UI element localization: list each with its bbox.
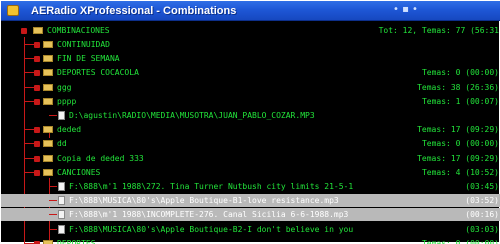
tree-item-count: Temas: 4 (10:52) xyxy=(421,168,499,177)
tree-item-count: (00:16) xyxy=(465,210,499,219)
tree-item-label: F:\888\m'1 1988\272. Tina Turner Nutbush… xyxy=(69,182,354,191)
expand-icon[interactable] xyxy=(34,141,40,147)
tree-folder-item[interactable]: FIN DE SEMANA xyxy=(1,52,500,65)
tree-item-label: F:\888\MUSICA\80's\Apple Boutique-B2-I d… xyxy=(69,225,354,234)
tree-folder-item[interactable]: dd Temas: 0 (00:00) xyxy=(1,137,500,150)
expand-icon[interactable] xyxy=(34,56,40,62)
tree-file-item[interactable]: F:\888\MUSICA\80's\Apple Boutique-B2-I d… xyxy=(1,223,500,236)
tree-file-item[interactable]: F:\888\m'1 1988\INCOMPLETE-276. Canal Si… xyxy=(1,208,500,221)
tree-item-label: CONTINUIDAD xyxy=(57,40,110,49)
tree-item-label: F:\888\m'1 1988\INCOMPLETE-276. Canal Si… xyxy=(69,210,349,219)
expand-icon[interactable] xyxy=(34,127,40,133)
folder-icon xyxy=(43,169,53,176)
tree-item-label: D:\agustin\RADIO\MEDIA\MUSOTRA\JUAN_PABL… xyxy=(69,111,315,120)
tree-item-count: (03:52) xyxy=(465,196,499,205)
tree-item-label: CANCIONES xyxy=(57,168,101,177)
tree-root-label: COMBINACIONES xyxy=(47,26,110,35)
expand-icon[interactable] xyxy=(34,156,40,162)
tree-item-label: Copia de deded 333 xyxy=(57,154,144,163)
expand-icon[interactable] xyxy=(34,170,40,176)
tree-folder-item[interactable]: CANCIONES Temas: 4 (10:52) xyxy=(1,166,500,179)
folder-icon xyxy=(43,84,53,91)
tree-item-count: Temas: 38 (26:36) xyxy=(417,83,499,92)
file-icon xyxy=(58,210,65,219)
tree-root-count: Tot: 12, Temas: 77 (56:31 xyxy=(378,26,499,35)
folder-icon xyxy=(43,126,53,133)
title-bar-icons: • ▪ • xyxy=(393,4,418,15)
folder-icon xyxy=(43,240,53,244)
window-title: AERadio XProfessional - Combinations xyxy=(31,5,237,17)
expand-icon[interactable] xyxy=(34,42,40,48)
file-icon xyxy=(58,111,65,120)
folder-icon xyxy=(43,55,53,62)
tree-item-label: DEPORTES COCACOLA xyxy=(57,68,139,77)
tree-file-item[interactable]: F:\888\MUSICA\80's\Apple Boutique-B1-lov… xyxy=(1,194,500,207)
folder-icon xyxy=(43,41,53,48)
tree-folder-item[interactable]: pppp Temas: 1 (00:07) xyxy=(1,95,500,108)
tree-item-count: Temas: 17 (09:29) xyxy=(417,154,499,163)
file-icon xyxy=(58,196,65,205)
tree-folder-item[interactable]: Copia de deded 333 Temas: 17 (09:29) xyxy=(1,152,500,165)
file-icon xyxy=(58,225,65,234)
folder-icon xyxy=(43,69,53,76)
tree-item-label: dd xyxy=(57,139,67,148)
tree-folder-item[interactable]: DEPORTES COCACOLA Temas: 0 (00:00) xyxy=(1,66,500,79)
tree-item-label: pppp xyxy=(57,97,77,106)
tree-item-count: (03:03) xyxy=(465,225,499,234)
app-icon xyxy=(7,5,19,16)
tree-folder-item[interactable]: CONTINUIDAD xyxy=(1,38,500,51)
tree-connector xyxy=(49,115,57,116)
tree-item-count: Temas: 0 (00:00) xyxy=(421,68,499,77)
combinations-tree: COMBINACIONES Tot: 12, Temas: 77 (56:31 … xyxy=(1,22,500,244)
application-window: AERadio XProfessional - Combinations • ▪… xyxy=(0,0,500,244)
tree-connector xyxy=(49,214,57,215)
folder-icon xyxy=(43,155,53,162)
tree-connector xyxy=(49,200,57,201)
folder-icon xyxy=(43,98,53,105)
tree-item-count: (03:45) xyxy=(465,182,499,191)
folder-icon xyxy=(43,140,53,147)
folder-icon xyxy=(33,27,43,34)
tree-item-count: Temas: 17 (09:29) xyxy=(417,125,499,134)
tree-item-count: Temas: 0 (00:00) xyxy=(421,139,499,148)
collapse-icon[interactable] xyxy=(21,28,27,34)
tree-item-label: deded xyxy=(57,125,82,134)
tree-connector xyxy=(49,229,57,230)
tree-item-label: ggg xyxy=(57,83,72,92)
tree-root[interactable]: COMBINACIONES Tot: 12, Temas: 77 (56:31 xyxy=(1,24,500,37)
tree-file-item[interactable]: D:\agustin\RADIO\MEDIA\MUSOTRA\JUAN_PABL… xyxy=(1,109,500,122)
expand-icon[interactable] xyxy=(34,85,40,91)
expand-icon[interactable] xyxy=(34,70,40,76)
tree-folder-item[interactable]: deded Temas: 17 (09:29) xyxy=(1,123,500,136)
tree-item-count: Temas: 1 (00:07) xyxy=(421,97,499,106)
tree-folder-item[interactable]: ggg Temas: 38 (26:36) xyxy=(1,81,500,94)
tree-file-item[interactable]: F:\888\m'1 1988\272. Tina Turner Nutbush… xyxy=(1,180,500,193)
tree-item-label: FIN DE SEMANA xyxy=(57,54,120,63)
title-bar[interactable]: AERadio XProfessional - Combinations • ▪… xyxy=(1,1,500,21)
tree-connector xyxy=(49,186,57,187)
tree-item-label: F:\888\MUSICA\80's\Apple Boutique-B1-lov… xyxy=(69,196,339,205)
expand-icon[interactable] xyxy=(34,99,40,105)
file-icon xyxy=(58,182,65,191)
